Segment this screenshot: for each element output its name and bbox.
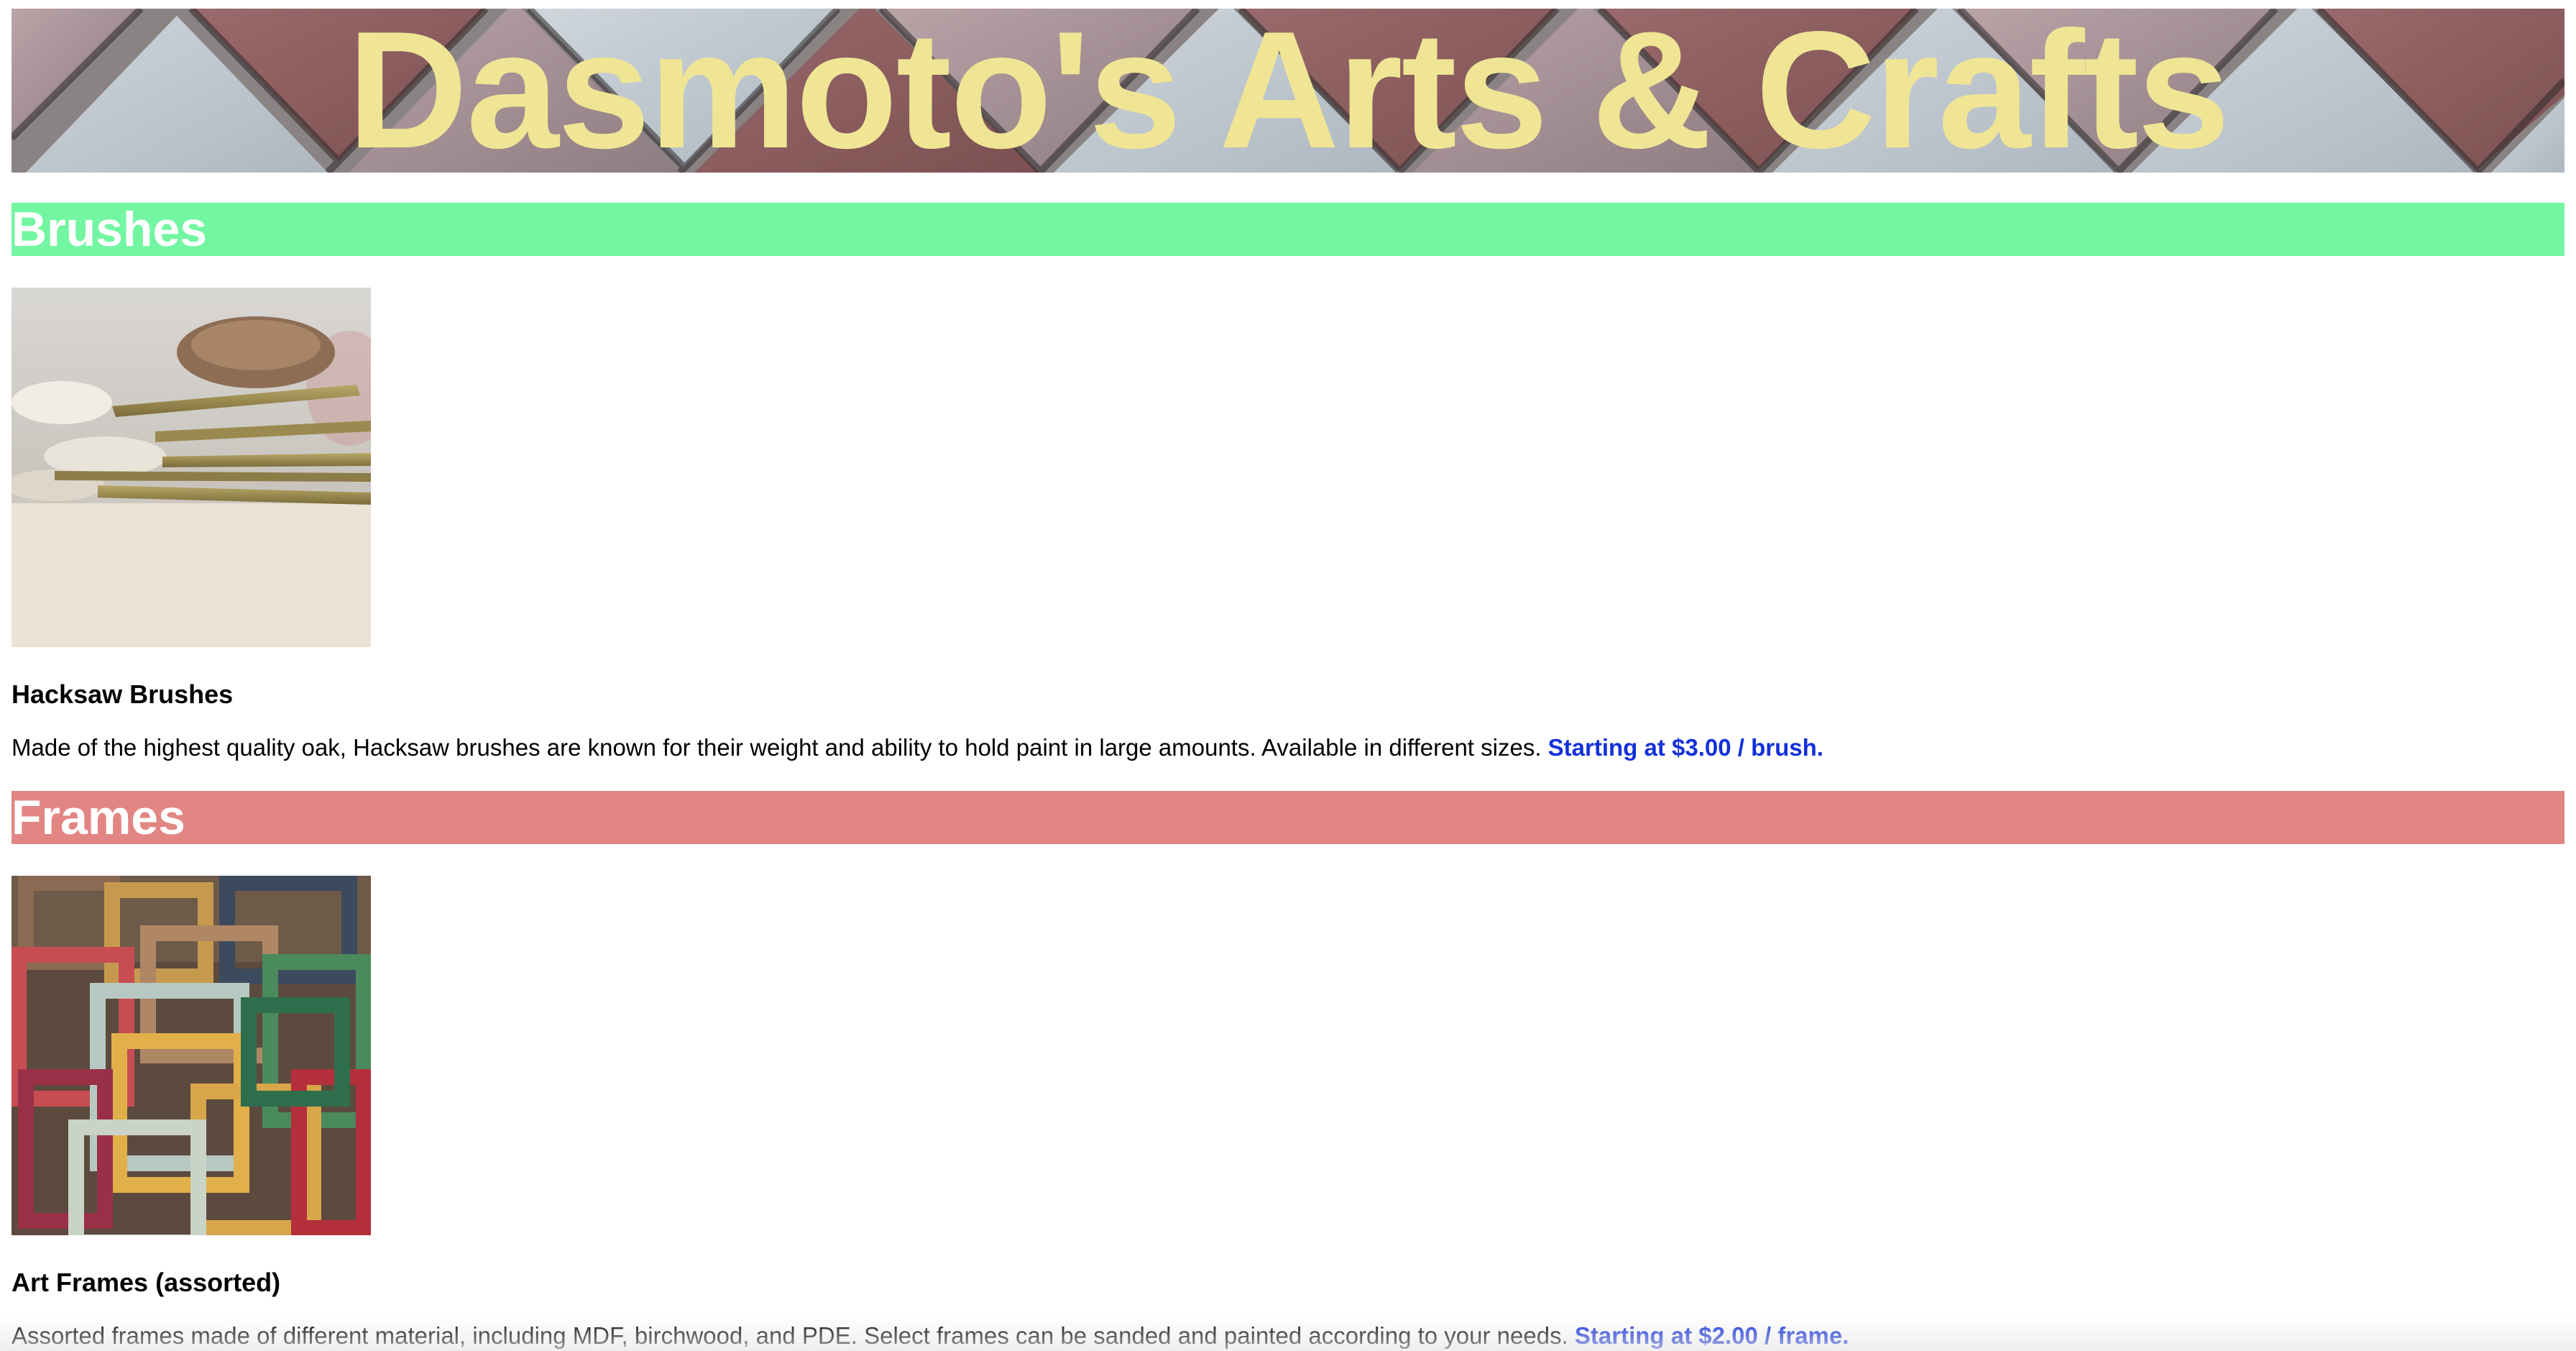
page: Dasmoto's Arts & Crafts Brushes Hacksaw … — [0, 0, 2576, 1351]
paint-brushes-image — [12, 288, 371, 647]
product-description-frames: Assorted frames made of different materi… — [12, 1320, 1849, 1351]
section-heading-brushes: Brushes — [12, 203, 2564, 256]
price-link-brushes[interactable]: Starting at $3.00 / brush. — [1548, 734, 1823, 761]
art-frames-photo-icon — [12, 876, 371, 1235]
header-banner: Dasmoto's Arts & Crafts — [12, 9, 2564, 173]
product-description-brushes: Made of the highest quality oak, Hacksaw… — [12, 732, 1823, 764]
paint-brushes-photo-icon — [12, 288, 371, 647]
art-frames-image — [12, 876, 371, 1235]
section-heading-frames: Frames — [12, 791, 2564, 844]
product-title-hacksaw-brushes: Hacksaw Brushes — [12, 679, 234, 709]
product-title-art-frames: Art Frames (assorted) — [12, 1268, 281, 1297]
description-text: Made of the highest quality oak, Hacksaw… — [12, 734, 1542, 761]
site-title: Dasmoto's Arts & Crafts — [347, 9, 2230, 173]
description-text: Assorted frames made of different materi… — [12, 1322, 1568, 1349]
price-link-frames[interactable]: Starting at $2.00 / frame. — [1575, 1322, 1849, 1349]
